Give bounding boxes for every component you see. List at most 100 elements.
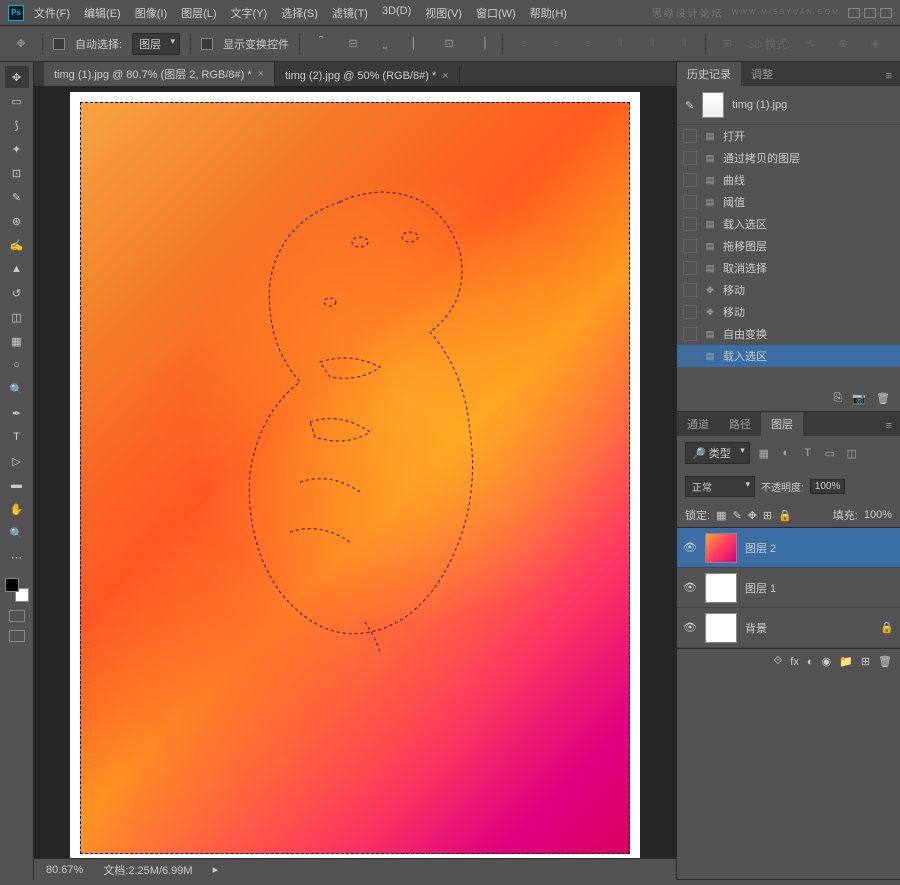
visibility-icon[interactable]: 👁 <box>683 621 697 634</box>
eyedropper-tool[interactable]: ✎ <box>5 186 29 208</box>
channels-tab[interactable]: 通道 <box>677 412 719 436</box>
filter-adjust-icon[interactable]: ◐ <box>778 445 794 461</box>
history-item[interactable]: ▤打开 <box>677 125 900 147</box>
zoom-tool[interactable]: 🔍 <box>5 522 29 544</box>
zoom-value[interactable]: 80.67% <box>46 864 83 876</box>
document-tab-inactive[interactable]: timg (2).jpg @ 50% (RGB/8#) * × <box>275 66 460 86</box>
auto-select-checkbox[interactable] <box>53 38 65 50</box>
path-tool[interactable]: ▷ <box>5 450 29 472</box>
align-hcenter-icon[interactable]: ⊡ <box>438 33 460 55</box>
lock-artboard-icon[interactable]: ⊞ <box>763 509 772 522</box>
new-snapshot-icon[interactable]: ⎘ <box>834 392 843 405</box>
menu-3d[interactable]: 3D(D) <box>382 5 411 21</box>
quickmask-toggle[interactable] <box>9 610 25 622</box>
lasso-tool[interactable]: ⟆ <box>5 114 29 136</box>
hand-tool[interactable]: ✋ <box>5 498 29 520</box>
align-vcenter-icon[interactable]: ⊟ <box>342 33 364 55</box>
layers-tab[interactable]: 图层 <box>761 412 803 436</box>
menu-help[interactable]: 帮助(H) <box>530 5 567 21</box>
auto-select-target[interactable]: 图层 <box>132 33 180 55</box>
filter-type-icon[interactable]: T <box>800 445 816 461</box>
document-tab-active[interactable]: timg (1).jpg @ 80.7% (图层 2, RGB/8#) * × <box>44 62 275 86</box>
menu-window[interactable]: 窗口(W) <box>476 5 516 21</box>
link-icon[interactable]: ⟐ <box>774 655 783 668</box>
layer-name[interactable]: 背景 <box>745 620 767 636</box>
layer-name[interactable]: 图层 2 <box>745 540 776 556</box>
opacity-value[interactable]: 100% <box>810 479 846 494</box>
more-tools[interactable]: ⋯ <box>5 546 29 568</box>
menu-layer[interactable]: 图层(L) <box>181 5 216 21</box>
layer-thumb[interactable] <box>705 613 737 643</box>
layer-thumb[interactable] <box>705 573 737 603</box>
menu-type[interactable]: 文字(Y) <box>231 5 268 21</box>
blend-mode-dropdown[interactable]: 正常 <box>685 476 755 497</box>
lock-transparency-icon[interactable]: ▦ <box>716 509 726 522</box>
gradient-tool[interactable]: ▦ <box>5 330 29 352</box>
history-item[interactable]: ▤自由变换 <box>677 323 900 345</box>
maximize-button[interactable] <box>864 8 876 18</box>
shape-tool[interactable]: ▬ <box>5 474 29 496</box>
move-tool[interactable]: ✥ <box>5 66 29 88</box>
menu-view[interactable]: 视图(V) <box>425 5 462 21</box>
align-top-icon[interactable]: ⎴ <box>310 33 332 55</box>
layer-row[interactable]: 👁 背景 🔒 <box>677 608 900 648</box>
fx-icon[interactable]: fx <box>790 656 799 668</box>
filter-pixel-icon[interactable]: ▦ <box>756 445 772 461</box>
align-right-icon[interactable]: ▕ <box>470 33 492 55</box>
status-menu-icon[interactable]: ▸ <box>213 863 219 876</box>
canvas[interactable] <box>70 92 640 858</box>
blur-tool[interactable]: ○ <box>5 354 29 376</box>
filter-dropdown[interactable]: 🔎 类型 <box>685 442 750 464</box>
wand-tool[interactable]: ✦ <box>5 138 29 160</box>
panel-menu-icon[interactable]: ≡ <box>878 416 900 436</box>
new-layer-icon[interactable]: ⊞ <box>861 655 870 668</box>
lock-all-icon[interactable]: 🔒 <box>778 509 792 522</box>
healing-tool[interactable]: ⊛ <box>5 210 29 232</box>
eraser-tool[interactable]: ◫ <box>5 306 29 328</box>
adjustment-layer-icon[interactable]: ◉ <box>822 655 832 668</box>
brush-tool[interactable]: ✍ <box>5 234 29 256</box>
menu-select[interactable]: 选择(S) <box>281 5 318 21</box>
menu-file[interactable]: 文件(F) <box>34 5 70 21</box>
stamp-tool[interactable]: ▲ <box>5 258 29 280</box>
type-tool[interactable]: T <box>5 426 29 448</box>
fg-color[interactable] <box>5 578 19 592</box>
menu-image[interactable]: 图像(I) <box>135 5 167 21</box>
history-item[interactable]: ✥移动 <box>677 301 900 323</box>
mask-icon[interactable]: ◐ <box>807 656 814 668</box>
move-tool-icon[interactable]: ✥ <box>10 33 32 55</box>
layer-thumb[interactable] <box>705 533 737 563</box>
menu-filter[interactable]: 滤镜(T) <box>332 5 368 21</box>
close-button[interactable] <box>880 8 892 18</box>
paths-tab[interactable]: 路径 <box>719 412 761 436</box>
history-item[interactable]: ▤曲线 <box>677 169 900 191</box>
filter-shape-icon[interactable]: ▭ <box>822 445 838 461</box>
layer-name[interactable]: 图层 1 <box>745 580 776 596</box>
history-item[interactable]: ▤载入选区 <box>677 213 900 235</box>
align-bottom-icon[interactable]: ⎵ <box>374 33 396 55</box>
menu-edit[interactable]: 编辑(E) <box>84 5 121 21</box>
visibility-icon[interactable]: 👁 <box>683 541 697 554</box>
adjust-tab[interactable]: 调整 <box>741 62 783 86</box>
show-transform-checkbox[interactable] <box>201 38 213 50</box>
history-item[interactable]: ▤通过拷贝的图层 <box>677 147 900 169</box>
trash-icon[interactable]: 🗑 <box>876 392 890 405</box>
history-item[interactable]: ▤取消选择 <box>677 257 900 279</box>
lock-position-icon[interactable]: ✥ <box>748 509 757 522</box>
visibility-icon[interactable]: 👁 <box>683 581 697 594</box>
marquee-tool[interactable]: ▭ <box>5 90 29 112</box>
align-left-icon[interactable]: ▏ <box>406 33 428 55</box>
dodge-tool[interactable]: 🔍 <box>5 378 29 400</box>
crop-tool[interactable]: ⊡ <box>5 162 29 184</box>
history-item[interactable]: ✥移动 <box>677 279 900 301</box>
panel-menu-icon[interactable]: ≡ <box>878 66 900 86</box>
history-brush-tool[interactable]: ↺ <box>5 282 29 304</box>
history-item-current[interactable]: ▤载入选区 <box>677 345 900 367</box>
lock-pixels-icon[interactable]: ✎ <box>732 509 741 522</box>
history-item[interactable]: ▤拖移图层 <box>677 235 900 257</box>
close-tab-icon[interactable]: × <box>442 70 448 82</box>
color-swatches[interactable] <box>5 578 29 602</box>
delete-layer-icon[interactable]: 🗑 <box>878 655 892 668</box>
group-icon[interactable]: 📁 <box>839 655 853 668</box>
camera-icon[interactable]: 📷 <box>852 392 866 405</box>
